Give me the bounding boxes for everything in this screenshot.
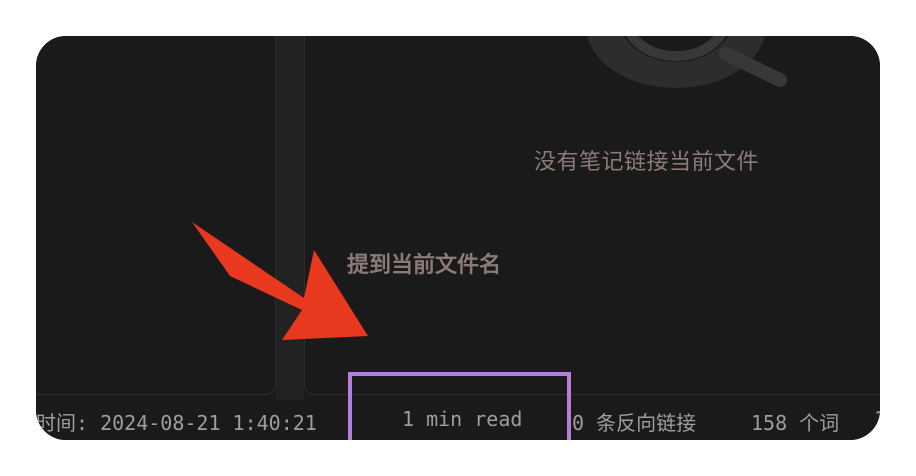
status-backlinks-count[interactable]: 0 条反向链接 [572,407,696,436]
status-overflow-item: 1 [874,407,880,431]
annotation-arrow [192,222,368,340]
status-word-count[interactable]: 158 个词 [751,407,839,436]
search-icon [587,36,787,88]
empty-backlinks-message: 没有笔记链接当前文件 [534,150,760,175]
status-modified-time: 时间: 2024-08-21 1:40:21 [36,411,317,435]
app-window: 没有笔记链接当前文件 提到当前文件名 时间: 2024-08-21 1:40:2… [36,36,880,440]
annotation-highlight-box [348,372,571,440]
